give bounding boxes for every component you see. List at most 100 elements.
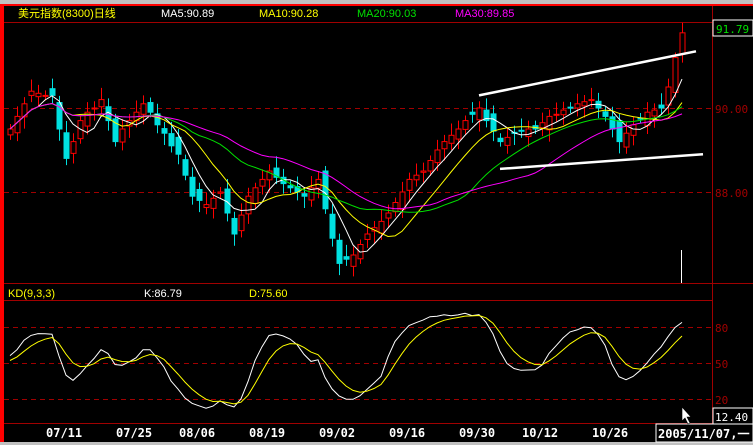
candle-body bbox=[420, 170, 427, 173]
date-label: 07/25 bbox=[116, 426, 152, 440]
candle-body bbox=[196, 188, 203, 201]
candle bbox=[490, 105, 497, 142]
candle bbox=[350, 246, 357, 277]
candle bbox=[553, 102, 560, 122]
candle-body bbox=[455, 128, 462, 140]
candle bbox=[560, 101, 567, 125]
candle bbox=[49, 78, 56, 104]
date-label: 09/30 bbox=[459, 426, 495, 440]
candle bbox=[161, 121, 168, 145]
candle bbox=[462, 115, 469, 135]
moving-averages bbox=[9, 78, 683, 253]
candle bbox=[651, 103, 658, 128]
candle-body bbox=[119, 128, 126, 143]
candle-body bbox=[49, 88, 56, 96]
candle bbox=[420, 162, 427, 183]
candle bbox=[28, 79, 35, 103]
candle-body bbox=[581, 101, 588, 107]
chart-title: 美元指数(8300)日线 bbox=[18, 6, 116, 20]
candle bbox=[35, 84, 42, 107]
candle-body bbox=[91, 107, 98, 110]
ma5-line bbox=[9, 78, 683, 253]
kd-title: KD(9,3,3) bbox=[8, 288, 55, 300]
candle-body bbox=[602, 111, 609, 117]
candle-body bbox=[539, 122, 546, 129]
candle-body bbox=[217, 191, 224, 194]
candle-body bbox=[427, 160, 434, 172]
candle-body bbox=[518, 129, 525, 132]
candle bbox=[406, 172, 413, 203]
upper-trendline[interactable] bbox=[478, 50, 697, 97]
candle bbox=[238, 203, 245, 238]
candle-body bbox=[469, 111, 476, 115]
candle bbox=[189, 167, 196, 205]
candle bbox=[98, 87, 105, 114]
candle-body bbox=[553, 113, 560, 116]
candle-body bbox=[35, 92, 42, 98]
d-line bbox=[9, 314, 683, 405]
candle bbox=[147, 97, 154, 118]
candle bbox=[497, 133, 504, 147]
candle bbox=[574, 93, 581, 117]
candle-body bbox=[203, 204, 210, 209]
kd-k-value: K:86.79 bbox=[144, 288, 182, 300]
candle bbox=[665, 78, 672, 116]
date-axis: 07/11 07/25 08/06 08/19 09/02 09/16 09/30 10/12… bbox=[46, 426, 628, 440]
stock-chart[interactable]: 美元指数(8300)日线 MA5:90.89 MA10:90.28 MA20:9… bbox=[0, 0, 753, 445]
candle-body bbox=[231, 217, 238, 235]
candle bbox=[371, 220, 378, 243]
candle-body bbox=[287, 185, 294, 189]
kd-tick-50: 50 bbox=[715, 358, 728, 371]
candle-body bbox=[504, 136, 511, 146]
candle-body bbox=[441, 141, 448, 150]
candle-body bbox=[329, 213, 336, 239]
candle-body bbox=[616, 120, 623, 143]
candle-body bbox=[385, 212, 392, 219]
candle bbox=[567, 102, 574, 114]
trendlines[interactable] bbox=[478, 50, 704, 171]
candle-body bbox=[392, 202, 399, 213]
kd-tick-80: 80 bbox=[715, 322, 728, 335]
kd-tick-20: 20 bbox=[715, 394, 728, 407]
candle bbox=[504, 127, 511, 154]
candle-body bbox=[434, 149, 441, 164]
candle bbox=[483, 98, 490, 128]
candle-body bbox=[560, 109, 567, 116]
date-label: 08/06 bbox=[179, 426, 215, 440]
top-border bbox=[0, 4, 753, 6]
candle-body bbox=[448, 134, 455, 144]
date-label: 10/12 bbox=[522, 426, 558, 440]
candle bbox=[245, 187, 252, 224]
candle-body bbox=[182, 159, 189, 176]
candle bbox=[595, 92, 602, 119]
candle bbox=[448, 123, 455, 150]
candle-body bbox=[399, 191, 406, 211]
candle-body bbox=[322, 170, 329, 210]
candle-body bbox=[546, 115, 553, 131]
candle-body bbox=[147, 102, 154, 113]
candle bbox=[203, 192, 210, 215]
candle-body bbox=[630, 124, 637, 136]
ma20-label: MA20:90.03 bbox=[357, 8, 416, 20]
candle-body bbox=[301, 193, 308, 197]
candle bbox=[336, 233, 343, 276]
candle-body bbox=[609, 116, 616, 130]
candle-body bbox=[14, 115, 21, 134]
candle-body bbox=[525, 128, 532, 138]
candle-body bbox=[161, 128, 168, 134]
date-label: 09/02 bbox=[319, 426, 355, 440]
candle-body bbox=[364, 233, 371, 240]
mouse-cursor-icon bbox=[681, 406, 692, 425]
candle-body bbox=[413, 174, 420, 181]
lower-trendline[interactable] bbox=[499, 152, 704, 171]
date-label: 09/16 bbox=[389, 426, 425, 440]
candle-body bbox=[462, 120, 469, 130]
candle-body bbox=[210, 197, 217, 209]
candle bbox=[259, 169, 266, 195]
candle bbox=[392, 197, 399, 217]
candlesticks bbox=[7, 22, 686, 277]
candle-body bbox=[574, 103, 581, 109]
candle bbox=[196, 182, 203, 213]
ma30-label: MA30:89.85 bbox=[455, 8, 514, 20]
candle-body bbox=[658, 104, 665, 109]
